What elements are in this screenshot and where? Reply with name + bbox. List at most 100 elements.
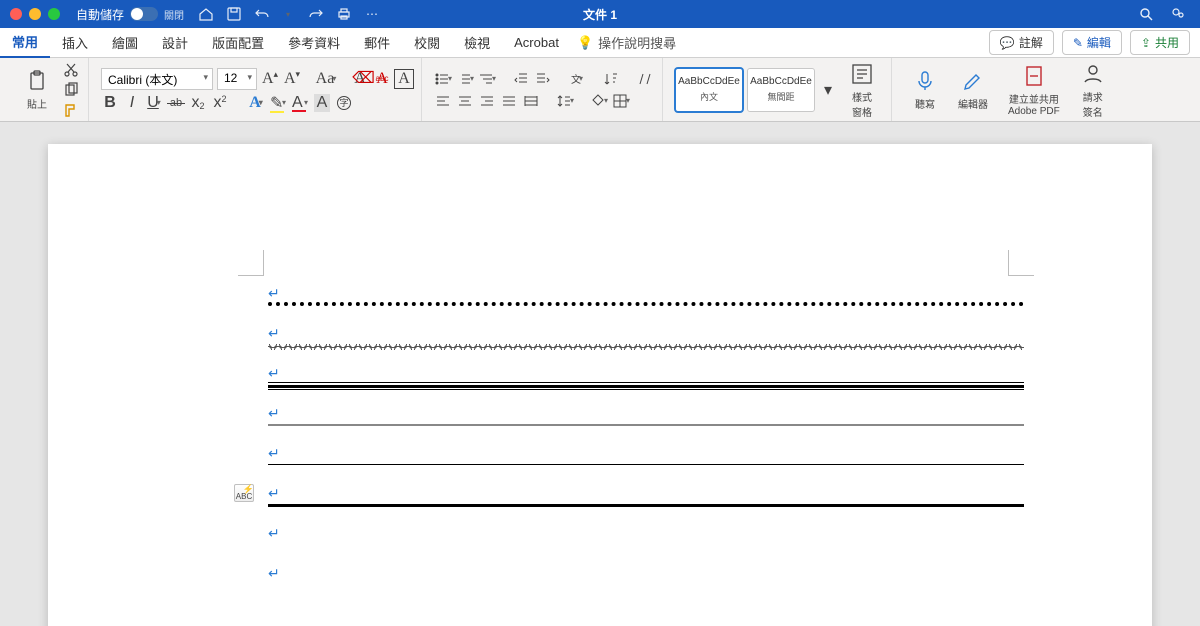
paragraph-3[interactable]: ↵ [268, 364, 1024, 388]
tab-design[interactable]: 設計 [150, 28, 200, 58]
editing-mode-button[interactable]: ✎編輯 [1062, 30, 1122, 55]
multilevel-list[interactable]: ▾ [478, 70, 496, 88]
tab-review[interactable]: 校閱 [402, 28, 452, 58]
tab-insert[interactable]: 插入 [50, 28, 100, 58]
shading[interactable]: ▾ [590, 92, 608, 110]
show-marks[interactable] [636, 70, 654, 88]
enclose-char[interactable]: 字 [335, 94, 353, 112]
paragraph-2[interactable]: ↵ [268, 324, 1024, 348]
grow-font[interactable]: A▴ [261, 70, 279, 88]
group-right: 聽寫 編輯器 建立並共用 Adobe PDF 請求 簽名 [896, 58, 1192, 121]
font-size-select[interactable]: 12 [217, 68, 257, 90]
close-window[interactable] [10, 8, 22, 20]
editor-button[interactable]: 編輯器 [950, 58, 996, 121]
page-content[interactable]: ↵ ↵ ↵ ↵ ↵ ABC ↵ ↵ ↵ [268, 284, 1024, 604]
underline[interactable]: U▾ [145, 94, 163, 112]
bold[interactable]: B [101, 94, 119, 112]
print-icon[interactable] [336, 6, 352, 22]
request-sign-button[interactable]: 請求 簽名 [1072, 58, 1114, 121]
asian-layout[interactable]: 文▾ [568, 70, 586, 88]
styles-pane-button[interactable]: 樣式 窗格 [841, 61, 883, 119]
italic[interactable]: I [123, 94, 141, 112]
highlight[interactable]: ✎▾ [269, 94, 287, 112]
copy-icon[interactable] [62, 81, 80, 99]
search-icon[interactable] [1138, 6, 1154, 22]
paragraph-5[interactable]: ↵ [268, 444, 1024, 468]
autosave-state: 關閉 [164, 7, 184, 22]
home-icon[interactable] [198, 6, 214, 22]
redo-icon[interactable] [308, 6, 324, 22]
shrink-font[interactable]: A▾ [283, 70, 301, 88]
text-effects[interactable]: A▾ [247, 94, 265, 112]
para-mark-icon: ↵ [268, 445, 280, 462]
group-paragraph: ▾ ▾ ▾ 文▾ ▾ ▾ ▾ [426, 58, 663, 121]
para-mark-icon: ↵ [268, 405, 280, 422]
tab-draw[interactable]: 繪圖 [100, 28, 150, 58]
autosave-toggle[interactable]: 自動儲存 關閉 [76, 6, 184, 23]
hr-dotted [268, 302, 1024, 306]
comments-button[interactable]: 💬註解 [989, 30, 1054, 55]
autocorrect-options-icon[interactable]: ABC [234, 484, 254, 502]
paragraph-6[interactable]: ABC ↵ [268, 484, 1024, 508]
superscript[interactable]: x2 [211, 94, 229, 112]
qat-more[interactable]: ⋯ [364, 6, 380, 22]
numbering[interactable]: ▾ [456, 70, 474, 88]
line-spacing[interactable]: ▾ [556, 92, 574, 110]
undo-icon[interactable] [254, 6, 270, 22]
para-mark-icon: ↵ [268, 365, 280, 382]
tab-acrobat[interactable]: Acrobat [502, 28, 571, 58]
editor-icon [960, 68, 986, 94]
paragraph-7[interactable]: ↵ [268, 524, 1024, 548]
change-case[interactable]: Aa▾ [317, 70, 335, 88]
styles-more[interactable]: ▾ [819, 81, 837, 99]
style-no-spacing[interactable]: AaBbCcDdEe 無間距 [747, 68, 815, 112]
tab-references[interactable]: 參考資料 [276, 28, 352, 58]
distributed[interactable] [522, 92, 540, 110]
style-normal[interactable]: AaBbCcDdEe 內文 [675, 68, 743, 112]
share-button[interactable]: ⇪共用 [1130, 30, 1190, 55]
align-center[interactable] [456, 92, 474, 110]
tell-me[interactable]: 💡 操作說明搜尋 [577, 33, 676, 52]
clear-formatting-icon[interactable]: A⌫ [351, 70, 369, 88]
minimize-window[interactable] [29, 8, 41, 20]
zoom-window[interactable] [48, 8, 60, 20]
dictate-button[interactable]: 聽寫 [904, 58, 946, 121]
autosave-switch[interactable] [130, 7, 158, 21]
cut-icon[interactable] [62, 61, 80, 79]
undo-dropdown[interactable]: ▾ [280, 6, 296, 22]
increase-indent[interactable] [534, 70, 552, 88]
page[interactable]: ↵ ↵ ↵ ↵ ↵ ABC ↵ ↵ ↵ [48, 144, 1152, 626]
save-icon[interactable] [226, 6, 242, 22]
format-painter-icon[interactable] [62, 101, 80, 119]
decrease-indent[interactable] [512, 70, 530, 88]
borders[interactable]: ▾ [612, 92, 630, 110]
paste-button[interactable]: 貼上 [16, 68, 58, 111]
tab-view[interactable]: 檢視 [452, 28, 502, 58]
font-color[interactable]: A▾ [291, 94, 309, 112]
font-name-select[interactable]: Calibri (本文) [101, 68, 213, 90]
paragraph-8[interactable]: ↵ [268, 564, 1024, 588]
document-canvas[interactable]: ↵ ↵ ↵ ↵ ↵ ABC ↵ ↵ ↵ [0, 122, 1200, 626]
window-controls [0, 8, 70, 20]
align-right[interactable] [478, 92, 496, 110]
hr-wavy [268, 344, 1024, 350]
quick-access-toolbar: ▾ ⋯ [198, 6, 380, 22]
tab-mailings[interactable]: 郵件 [352, 28, 402, 58]
subscript[interactable]: x2 [189, 94, 207, 112]
tab-home[interactable]: 常用 [0, 28, 50, 58]
account-icon[interactable] [1170, 6, 1186, 22]
share-icon: ⇪ [1141, 36, 1151, 50]
char-shading[interactable]: A [313, 94, 331, 112]
char-border[interactable]: A [395, 70, 413, 88]
sort[interactable] [602, 70, 620, 88]
justify[interactable] [500, 92, 518, 110]
bullets[interactable]: ▾ [434, 70, 452, 88]
paragraph-1[interactable]: ↵ [268, 284, 1024, 308]
strikethrough[interactable]: ab [167, 94, 185, 112]
phonetic-guide[interactable]: abcA [373, 70, 391, 88]
tab-layout[interactable]: 版面配置 [200, 28, 276, 58]
mic-icon [912, 68, 938, 94]
align-left[interactable] [434, 92, 452, 110]
adobe-pdf-button[interactable]: 建立並共用 Adobe PDF [1000, 58, 1068, 121]
paragraph-4[interactable]: ↵ [268, 404, 1024, 428]
